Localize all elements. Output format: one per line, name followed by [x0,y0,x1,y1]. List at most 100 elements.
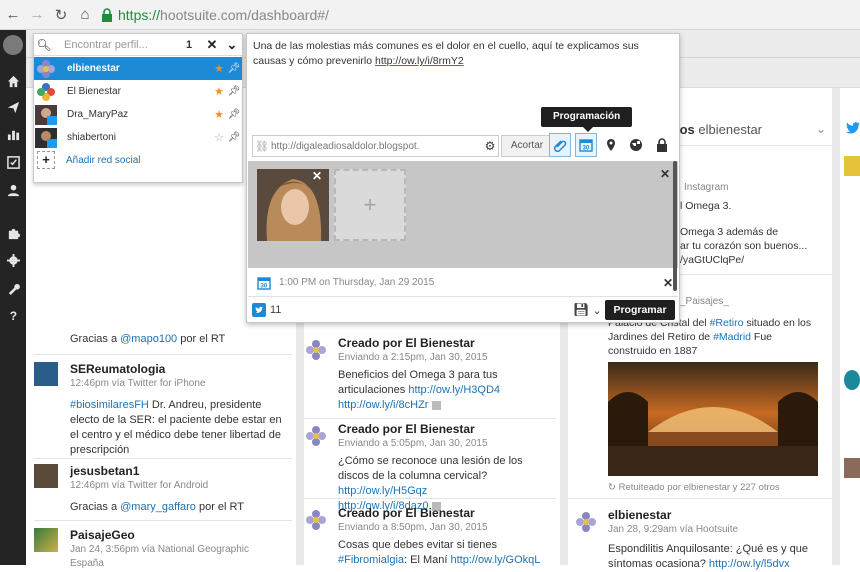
add-image-button[interactable]: + [334,169,406,241]
post-link[interactable]: /yaGtUClqPe/ [680,253,744,268]
divider [34,520,292,521]
post-author[interactable]: elbienestar [608,508,671,522]
home-browser-icon[interactable]: ⌂ [74,4,96,26]
flower-icon [306,510,326,530]
attach-link-button[interactable] [549,133,571,157]
paperclip-icon [553,140,567,152]
profile-label: shiabertoni [67,132,116,143]
star-icon[interactable]: ★ [212,62,226,75]
reload-icon[interactable]: ↻ [50,4,72,26]
profile-label: Dra_MaryPaz [67,109,129,120]
puzzle-icon[interactable] [0,222,26,244]
profile-item-shiabertoni[interactable]: shiabertoni ☆ 📌︎ [34,126,242,149]
post-text: Gracias a @mapo100 por el RT [70,333,226,345]
close-icon[interactable]: ✕ [202,37,222,53]
wrench-icon[interactable] [0,277,26,299]
star-icon[interactable]: ★ [212,85,226,98]
post-author[interactable]: jesusbetan1 [70,464,139,478]
twitter-icon [252,303,266,317]
pin-icon[interactable]: 📌︎ [226,63,242,74]
save-draft-icon[interactable]: 💾︎ [573,302,590,318]
post-meta: Enviando a 2:15pm, Jan 30, 2015 [338,352,488,363]
avatar [34,528,58,552]
home-icon[interactable] [0,70,26,92]
post-author[interactable]: Creado por El Bienestar [338,422,475,436]
post-meta: Jan 28, 9:29am vía Hootsuite [608,524,739,535]
message-composer: Una de las molestias más comunes es el d… [246,33,680,323]
calendar-icon: 30 [257,276,271,290]
privacy-button[interactable] [651,133,673,157]
plus-icon: + [37,151,55,169]
app-sidebar: ? [0,30,26,565]
profile-item-elbienestar[interactable]: elbienestar ★ 📌︎ [34,57,242,80]
pin-icon[interactable]: 📌︎ [226,132,242,143]
svg-text:?: ? [9,309,16,322]
checkbox-icon[interactable] [0,151,26,173]
schedule-button[interactable]: 30 [575,133,597,157]
post-meta: 12:46pm vía Twitter for Android [70,480,209,491]
chevron-down-icon[interactable]: ⌄ [222,37,242,53]
crystal-palace-photo[interactable] [608,362,818,476]
avatar [34,362,58,386]
forward-icon[interactable]: → [26,4,48,26]
location-button[interactable] [600,133,622,157]
send-icon[interactable] [0,96,26,118]
remove-image-icon[interactable]: ✕ [312,169,322,183]
link-input[interactable]: ⛓ http://digaleadiosaldolor.blogspot. ⚙ [252,135,499,157]
help-icon[interactable]: ? [0,304,26,326]
close-icon[interactable]: ✕ [660,167,670,181]
flower-icon [576,512,596,532]
bar-chart-icon[interactable] [0,123,26,145]
avatar [844,156,860,176]
profile-item-dra-marypaz[interactable]: Dra_MaryPaz ★ 📌︎ [34,103,242,126]
shorten-button[interactable]: Acortar [501,135,553,157]
close-icon[interactable]: ✕ [658,276,678,290]
chevron-down-icon[interactable]: ⌄ [589,304,605,317]
calendar-icon: 30 [579,139,593,152]
avatar [35,104,57,125]
gear-icon[interactable] [0,249,26,271]
post-author[interactable]: SEReumatologia [70,362,165,376]
profile-search-input[interactable]: Encontrar perfil... [54,39,186,51]
search-icon: 🔍︎ [36,37,52,52]
avatar [35,127,57,148]
link-url: http://digaleadiosaldolor.blogspot. [271,140,420,152]
star-icon[interactable]: ★ [212,108,226,121]
selected-count: 1 [186,38,193,51]
flower-icon [306,426,326,446]
pin-icon[interactable]: 📌︎ [226,109,242,120]
browser-toolbar: ← → ↻ ⌂ https://hootsuite.com/dashboard#… [0,0,860,30]
schedule-submit-button[interactable]: Programar [605,300,675,320]
map-pin-icon [607,139,615,151]
svg-text:30: 30 [261,283,268,289]
message-textarea[interactable]: Una de las molestias más comunes es el d… [253,39,663,69]
user-icon[interactable] [0,179,26,201]
schedule-time[interactable]: 1:00 PM on Thursday, Jan 29 2015 [275,277,658,288]
add-social-network[interactable]: + Añadir red social [34,150,140,170]
add-social-network-label: Añadir red social [66,154,141,166]
back-icon[interactable]: ← [2,4,24,26]
address-bar[interactable]: https://hootsuite.com/dashboard#/ [100,7,329,23]
schedule-tooltip: Programación [541,107,633,132]
post-author[interactable]: PaisajeGeo [70,528,135,542]
lock-icon [657,138,667,152]
post-text: construido en 1887 [608,345,698,357]
post-author[interactable]: Creado por El Bienestar [338,336,475,350]
post-author[interactable]: Creado por El Bienestar [338,506,475,520]
schedule-row: 30 1:00 PM on Thursday, Jan 29 2015 ✕ [248,269,678,297]
divider [304,418,556,419]
targeting-button[interactable] [625,133,647,157]
owl-logo-icon[interactable] [3,35,23,55]
avatar [844,458,860,478]
chevron-down-icon[interactable]: ⌄ [816,122,826,136]
star-outline-icon[interactable]: ☆ [212,131,226,144]
retweet-info: ↻ Retuiteado por elbienestar y 227 otros [608,482,780,493]
gear-icon[interactable]: ⚙ [482,139,498,153]
profile-label: El Bienestar [67,86,121,97]
post-text: #biosimilaresFH Dr. Andreu, presidente e… [70,399,282,456]
profile-item-el-bienestar[interactable]: El Bienestar ★ 📌︎ [34,80,242,103]
post-meta: Enviando a 8:50pm, Jan 30, 2015 [338,522,488,533]
attachments-area: ✕ + ✕ [248,161,678,268]
post-text: Omega 3 además de [680,226,779,238]
pin-icon[interactable]: 📌︎ [226,86,242,97]
